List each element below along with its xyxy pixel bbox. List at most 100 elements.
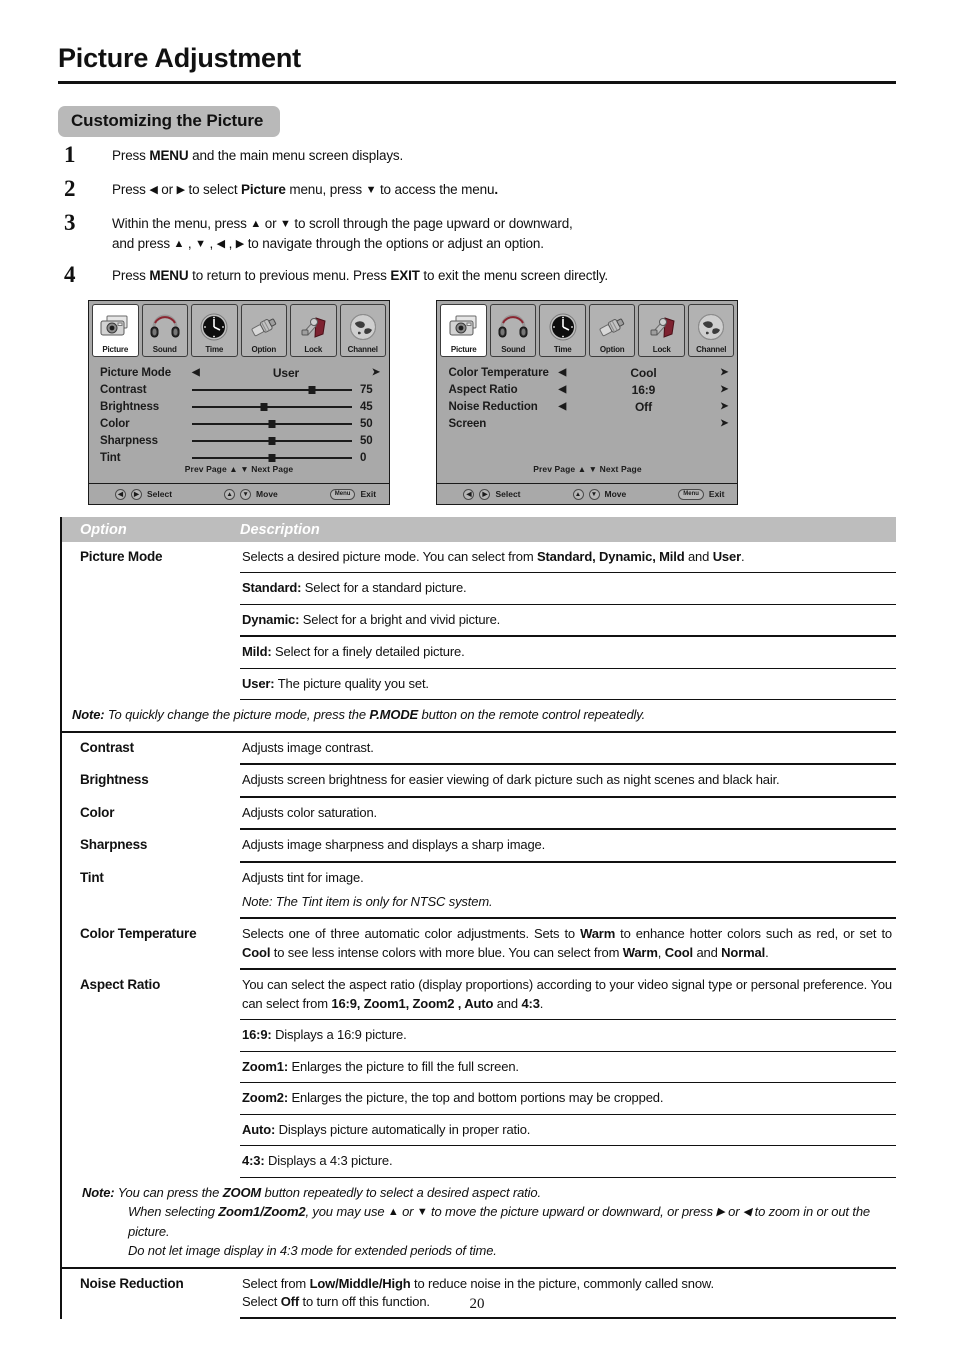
osd-tab-channel[interactable]: Channel	[339, 304, 386, 357]
osd-slider[interactable]	[192, 452, 352, 464]
table-row: Contrast Adjusts image contrast.	[62, 733, 896, 766]
table-cell-description: Adjusts image contrast.	[240, 733, 896, 766]
osd-tab-label: Sound	[152, 345, 177, 354]
osd-move-hint: ▲ ▼ Move	[224, 488, 278, 500]
table-cell-description: You can select the aspect ratio (display…	[240, 970, 896, 1178]
table-row-body: Tint Adjusts tint for image. Note: The Tin…	[62, 863, 896, 920]
osd-row-label: Brightness	[100, 400, 160, 413]
osd-right-arrow-icon[interactable]: ➤	[706, 418, 728, 429]
osd-row-brightness[interactable]: Brightness 45	[89, 398, 389, 415]
osd-tab-option[interactable]: Option	[240, 304, 287, 357]
osd-footer: ◀ ▶ Select ▲ ▼ Move Menu Exit	[89, 483, 389, 504]
padlock-icon	[639, 309, 684, 345]
osd-left-arrow-icon[interactable]: ◀	[558, 367, 580, 378]
osd-slider[interactable]	[192, 401, 352, 413]
steps-list: 1 Press MENU and the main menu screen dis…	[58, 142, 898, 300]
osd-slider[interactable]	[192, 418, 352, 430]
osd-tab-picture[interactable]: Picture	[92, 304, 139, 357]
osd-right-arrow-icon[interactable]: ➤	[706, 401, 728, 412]
step-number: 4	[64, 262, 76, 287]
osd-tab-picture[interactable]: Picture	[440, 304, 487, 357]
osd-pager-hint: Prev Page ▲ ▼ Next Page	[184, 464, 294, 474]
osd-slider-knob[interactable]	[308, 385, 316, 394]
osd-slider-knob[interactable]	[260, 402, 268, 411]
step-4: 4 Press MENU to return to previous menu. …	[58, 262, 898, 292]
osd-slider-knob[interactable]	[268, 419, 276, 428]
headphones-icon	[143, 309, 188, 345]
osd-slider-knob[interactable]	[268, 436, 276, 445]
table-header-row: Option Description	[62, 517, 896, 542]
right-arrow-key-icon: ▶	[131, 488, 142, 500]
table-row-body: Contrast Adjusts image contrast.	[62, 733, 896, 766]
osd-row-label: Sharpness	[100, 434, 158, 447]
osd-row-contrast[interactable]: Contrast 75	[89, 381, 389, 398]
table-row: Aspect Ratio You can select the aspect ra…	[62, 970, 896, 1269]
osd-row-color-temperature[interactable]: Color Temperature ◀ Cool ➤	[437, 364, 737, 381]
osd-row-color[interactable]: Color 50	[89, 415, 389, 432]
inline-note: Note: The Tint item is only for NTSC sys…	[240, 893, 896, 920]
up-arrow-key-icon: ▲	[572, 488, 584, 500]
step-text: Within the menu, press ▲ or ▼ to scroll …	[112, 216, 573, 251]
osd-right-arrow-icon[interactable]: ➤	[706, 367, 728, 378]
osd-tab-channel[interactable]: Channel	[687, 304, 735, 357]
osd-tab-time[interactable]: Time	[539, 304, 586, 357]
page-number: 20	[469, 1296, 485, 1312]
osd-slider[interactable]	[192, 384, 352, 396]
osd-exit-label: Exit	[708, 489, 725, 499]
osd-slider[interactable]	[192, 435, 352, 447]
osd-row-aspect-ratio[interactable]: Aspect Ratio ◀ 16:9 ➤	[437, 381, 737, 398]
osd-tab-lock[interactable]: Lock	[290, 304, 337, 357]
osd-row-label: Color Temperature	[448, 366, 549, 379]
description-paragraph: Selects one of three automatic color adj…	[240, 919, 896, 971]
table-cell-option: Aspect Ratio	[80, 977, 161, 993]
title-block: Picture Adjustment	[58, 43, 896, 84]
osd-tab-lock[interactable]: Lock	[638, 304, 685, 357]
step-1: 1 Press MENU and the main menu screen dis…	[58, 142, 898, 172]
page-title: Picture Adjustment	[58, 43, 301, 73]
table-cell-option: Picture Mode	[80, 549, 163, 564]
table-row: Brightness Adjusts screen brightness for …	[62, 765, 896, 798]
column-header-description: Description	[240, 521, 320, 538]
description-paragraph: 16:9: Displays a 16:9 picture.	[240, 1020, 896, 1052]
table-row: Sharpness Adjusts image sharpness and dis…	[62, 830, 896, 863]
osd-right-arrow-icon[interactable]: ➤	[706, 384, 728, 395]
document-page: Picture Adjustment Customizing the Pictu…	[0, 0, 954, 1350]
osd-left-arrow-icon[interactable]: ◀	[192, 367, 214, 378]
table-cell-description: Adjusts screen brightness for easier vie…	[240, 765, 896, 798]
osd-tab-label: Picture	[102, 345, 129, 354]
osd-tab-time[interactable]: Time	[191, 304, 238, 357]
osd-move-hint: ▲ ▼ Move	[572, 488, 627, 500]
step-text: Press MENU to return to previous menu. P…	[112, 268, 609, 283]
table-row: Picture Mode Selects a desired picture mo…	[62, 542, 896, 733]
osd-row-label: Contrast	[100, 383, 147, 396]
osd-left-arrow-icon[interactable]: ◀	[558, 401, 580, 412]
table-cell-description: Adjusts image sharpness and displays a s…	[240, 830, 896, 863]
osd-tab-option[interactable]: Option	[588, 304, 636, 357]
options-table: Option Description Picture Mode Selects a…	[60, 517, 896, 1320]
table-row: Color Temperature Selects one of three au…	[62, 919, 896, 971]
osd-tab-label: Lock	[304, 345, 323, 354]
osd-screen-picture-page1: Picture Sound Time Option Lock Channel Pictur…	[88, 300, 390, 505]
osd-row-label: Screen	[448, 417, 487, 430]
osd-row-sharpness[interactable]: Sharpness 50	[89, 432, 389, 449]
description-paragraph: Adjusts image sharpness and displays a s…	[240, 830, 896, 863]
osd-row-value: Cool	[630, 365, 657, 380]
osd-row-picture-mode[interactable]: Picture Mode ◀ User ➤	[89, 364, 389, 381]
osd-row-noise-reduction[interactable]: Noise Reduction ◀ Off ➤	[437, 398, 737, 415]
osd-tab-sound[interactable]: Sound	[489, 304, 537, 357]
osd-row-label: Aspect Ratio	[448, 383, 518, 396]
description-paragraph: 4:3: Displays a 4:3 picture.	[240, 1146, 896, 1178]
osd-tab-sound[interactable]: Sound	[141, 304, 188, 357]
osd-row-screen[interactable]: Screen ➤	[437, 415, 737, 432]
left-arrow-key-icon: ◀	[463, 488, 475, 500]
osd-right-arrow-icon[interactable]: ➤	[358, 367, 380, 378]
headphones-icon	[491, 309, 536, 345]
osd-screen-picture-page2: Picture Sound Time Option Lock Channel Color …	[436, 300, 739, 505]
table-body: Picture Mode Selects a desired picture mo…	[62, 542, 896, 1320]
osd-slider-knob[interactable]	[268, 453, 276, 462]
osd-select-label: Select	[147, 489, 173, 499]
osd-move-label: Move	[604, 489, 627, 499]
osd-left-arrow-icon[interactable]: ◀	[558, 384, 580, 395]
osd-tab-label: Lock	[652, 345, 671, 354]
osd-tab-label: Option	[251, 345, 277, 354]
